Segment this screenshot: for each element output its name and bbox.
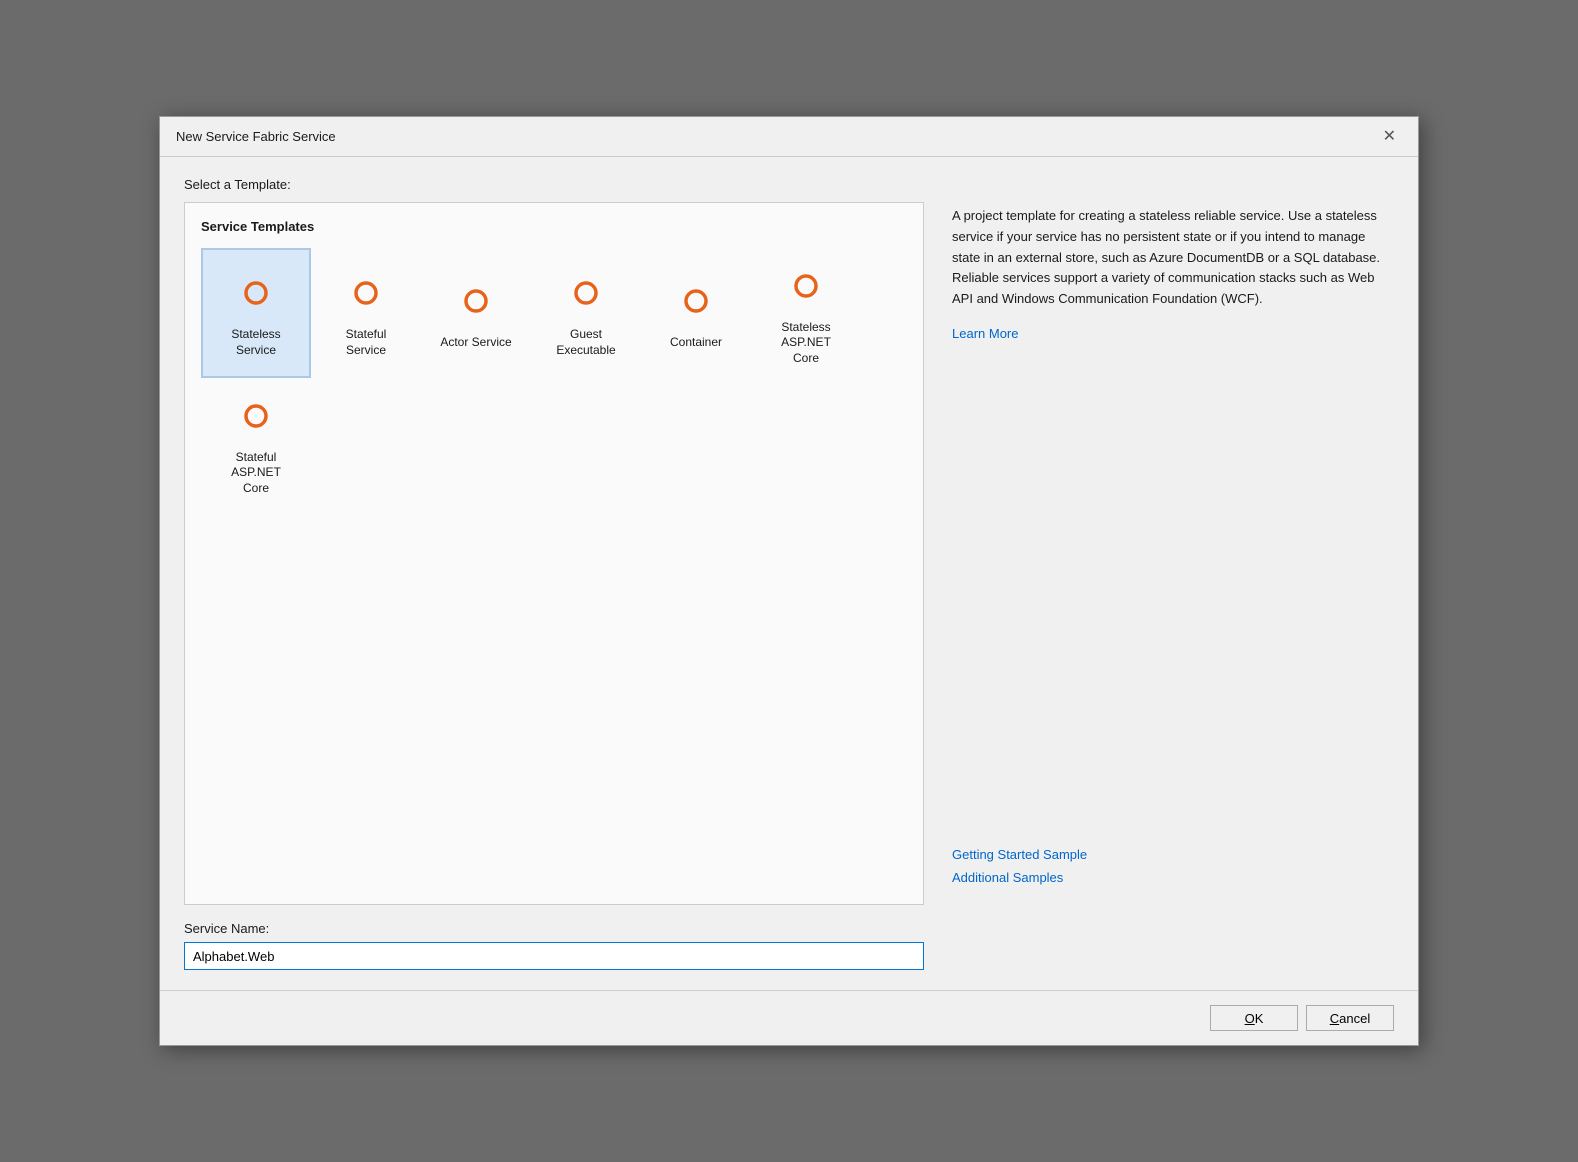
new-service-fabric-dialog: New Service Fabric Service ✕ Select a Te… bbox=[159, 116, 1419, 1046]
getting-started-sample-link[interactable]: Getting Started Sample bbox=[952, 847, 1386, 862]
template-guest-executable[interactable]: GuestExecutable bbox=[531, 248, 641, 378]
actor-service-icon bbox=[450, 275, 502, 327]
cancel-label: Cancel bbox=[1330, 1011, 1370, 1026]
cancel-button[interactable]: Cancel bbox=[1306, 1005, 1394, 1031]
stateless-aspnet-core-label: StatelessASP.NETCore bbox=[781, 320, 831, 367]
service-name-input[interactable] bbox=[184, 942, 924, 970]
service-name-section: Service Name: bbox=[184, 921, 1394, 970]
stateless-service-icon bbox=[230, 267, 282, 319]
stateful-service-label: StatefulService bbox=[346, 327, 387, 358]
ok-label: OK bbox=[1245, 1011, 1264, 1026]
content-area: Service Templates StatelessService bbox=[184, 202, 1394, 905]
actor-service-label: Actor Service bbox=[440, 335, 511, 351]
stateful-aspnet-core-icon bbox=[230, 390, 282, 442]
close-button[interactable]: ✕ bbox=[1377, 127, 1402, 147]
template-stateless-aspnet-core[interactable]: StatelessASP.NETCore bbox=[751, 248, 861, 378]
template-stateful-aspnet-core[interactable]: StatefulASP.NETCore bbox=[201, 378, 311, 508]
ok-button[interactable]: OK bbox=[1210, 1005, 1298, 1031]
service-name-label: Service Name: bbox=[184, 921, 1394, 936]
templates-grid: StatelessService StatefulService bbox=[201, 248, 907, 508]
service-templates-title: Service Templates bbox=[201, 219, 907, 234]
container-icon bbox=[670, 275, 722, 327]
dialog-footer: OK Cancel bbox=[160, 990, 1418, 1045]
stateful-aspnet-core-label: StatefulASP.NETCore bbox=[231, 450, 281, 497]
additional-samples-link[interactable]: Additional Samples bbox=[952, 870, 1386, 885]
template-container[interactable]: Container bbox=[641, 248, 751, 378]
description-text: A project template for creating a statel… bbox=[952, 206, 1386, 310]
stateful-service-icon bbox=[340, 267, 392, 319]
learn-more-link[interactable]: Learn More bbox=[952, 326, 1386, 341]
dialog-title: New Service Fabric Service bbox=[176, 129, 336, 144]
container-label: Container bbox=[670, 335, 722, 351]
guest-executable-icon bbox=[560, 267, 612, 319]
stateless-service-label: StatelessService bbox=[231, 327, 280, 358]
template-actor-service[interactable]: Actor Service bbox=[421, 248, 531, 378]
guest-executable-label: GuestExecutable bbox=[556, 327, 615, 358]
template-stateless-service[interactable]: StatelessService bbox=[201, 248, 311, 378]
dialog-body: Select a Template: Service Templates bbox=[160, 157, 1418, 990]
right-panel: A project template for creating a statel… bbox=[944, 202, 1394, 905]
left-panel: Service Templates StatelessService bbox=[184, 202, 924, 905]
template-stateful-service[interactable]: StatefulService bbox=[311, 248, 421, 378]
title-bar: New Service Fabric Service ✕ bbox=[160, 117, 1418, 157]
samples-section: Getting Started Sample Additional Sample… bbox=[952, 847, 1386, 901]
stateless-aspnet-core-icon bbox=[780, 260, 832, 312]
select-template-label: Select a Template: bbox=[184, 177, 1394, 192]
